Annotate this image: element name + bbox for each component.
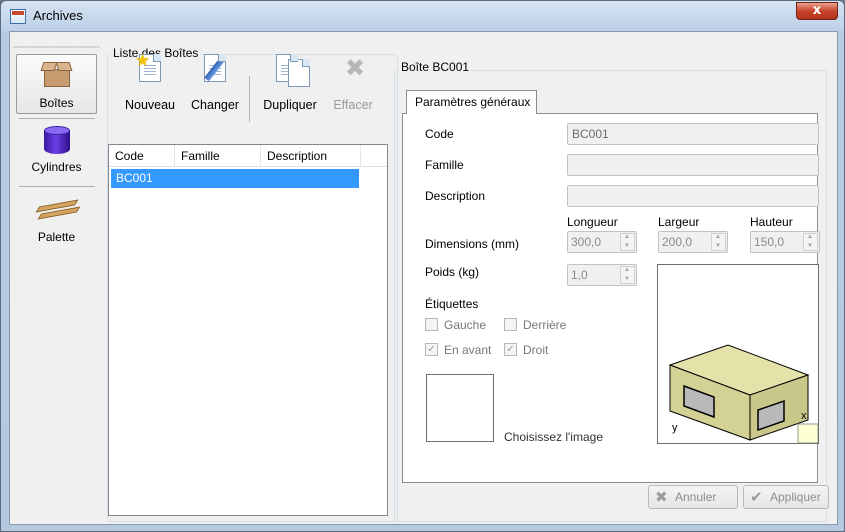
close-icon: x [812, 3, 822, 18]
dimensions-label: Dimensions (mm) [425, 237, 520, 251]
largeur-stepper[interactable]: 200,0 [658, 231, 728, 253]
checkmark-icon: ✓ [504, 343, 517, 356]
poids-label: Poids (kg) [425, 265, 480, 279]
code-field[interactable]: BC001 [567, 123, 819, 145]
derriere-checkbox[interactable]: Derrière [504, 318, 566, 332]
nav-item-label: Boîtes [39, 96, 74, 110]
en-avant-label: En avant [444, 343, 492, 357]
list-header: Code Famille Description [109, 145, 387, 167]
hauteur-value: 150,0 [754, 235, 785, 249]
title-bar[interactable]: Archives x [1, 1, 844, 31]
toolbar-separator [249, 76, 250, 122]
poids-stepper[interactable]: 1,0 [567, 264, 637, 286]
spin-arrows-icon[interactable] [803, 233, 818, 251]
apply-button[interactable]: ✔ Appliquer [743, 485, 829, 509]
etiquettes-label: Étiquettes [425, 297, 479, 311]
derriere-label: Derrière [523, 318, 567, 332]
tab-parametres-generaux[interactable]: Paramètres généraux [406, 90, 537, 114]
pallet-icon [35, 199, 81, 222]
spin-arrows-icon[interactable] [620, 233, 635, 251]
spin-arrows-icon[interactable] [711, 233, 726, 251]
column-header-description[interactable]: Description [261, 145, 361, 167]
checkbox-box [425, 318, 438, 331]
hauteur-label: Hauteur [750, 215, 793, 229]
edit-button[interactable]: Changer [186, 54, 244, 112]
cancel-button[interactable]: ✖ Annuler [648, 485, 738, 509]
delete-button[interactable]: ✖ Effacer [327, 54, 379, 112]
nav-grip [13, 46, 99, 48]
axis-y-label: y [672, 422, 678, 434]
longueur-value: 300,0 [571, 235, 602, 249]
column-header-famille[interactable]: Famille [175, 145, 261, 167]
nav-item-label: Palette [37, 230, 76, 244]
nav-item-cylindres[interactable]: Cylindres [16, 122, 97, 182]
nav-divider [19, 186, 95, 187]
edit-document-icon [204, 54, 226, 82]
nav-divider [19, 118, 95, 119]
duplicate-document-icon [276, 54, 310, 87]
largeur-value: 200,0 [662, 235, 693, 249]
column-header-code[interactable]: Code [109, 145, 175, 167]
new-button[interactable]: ★ Nouveau [120, 52, 180, 112]
client-area: Boîtes Cylindres Palette Liste des Boîte… [9, 31, 838, 525]
cancel-x-icon: ✖ [655, 488, 668, 506]
checkmark-icon: ✓ [425, 343, 438, 356]
nav-item-label: Cylindres [31, 160, 82, 174]
checkmark-icon: ✔ [750, 488, 763, 506]
close-button[interactable]: x [796, 2, 838, 20]
cancel-label: Annuler [675, 490, 717, 504]
duplicate-button[interactable]: Dupliquer [257, 54, 323, 112]
delete-icon: ✖ [345, 54, 366, 82]
droit-label: Droit [523, 343, 549, 357]
gauche-label: Gauche [444, 318, 487, 332]
en-avant-checkbox[interactable]: ✓ En avant [425, 343, 491, 357]
hauteur-stepper[interactable]: 150,0 [750, 231, 820, 253]
nav-item-palette[interactable]: Palette [16, 190, 97, 250]
axis-x-label: x [801, 410, 807, 422]
famille-field[interactable] [567, 154, 819, 176]
label-image-box[interactable] [426, 374, 494, 442]
archives-window: Archives x Boîtes Cylindres Palette List… [0, 0, 845, 532]
spin-arrows-icon[interactable] [620, 266, 635, 284]
row-code: BC001 [116, 171, 153, 185]
app-icon [10, 9, 26, 24]
longueur-stepper[interactable]: 300,0 [567, 231, 637, 253]
new-document-icon: ★ [135, 52, 161, 82]
category-nav: Boîtes Cylindres Palette [10, 32, 104, 524]
longueur-label: Longueur [567, 215, 618, 229]
box-3d-icon [668, 344, 818, 443]
description-field[interactable] [567, 185, 819, 207]
nav-item-boites[interactable]: Boîtes [16, 54, 97, 114]
choose-image-link[interactable]: Choisissez l'image [504, 430, 603, 444]
code-label: Code [425, 127, 454, 141]
box-icon [40, 60, 73, 88]
gauche-checkbox[interactable]: Gauche [425, 318, 486, 332]
largeur-label: Largeur [658, 215, 700, 229]
famille-label: Famille [425, 158, 464, 172]
edit-button-label: Changer [191, 98, 239, 112]
delete-button-label: Effacer [333, 98, 373, 112]
window-title: Archives [33, 8, 83, 23]
checkbox-box [504, 318, 517, 331]
duplicate-button-label: Dupliquer [263, 98, 317, 112]
box-3d-preview: x y [657, 264, 819, 444]
detail-title: Boîte BC001 [399, 60, 472, 74]
poids-value: 1,0 [571, 268, 588, 282]
new-button-label: Nouveau [124, 98, 176, 112]
droit-checkbox[interactable]: ✓ Droit [504, 343, 548, 357]
apply-label: Appliquer [770, 490, 821, 504]
table-row[interactable]: BC001 [111, 169, 359, 188]
box-list[interactable]: Code Famille Description BC001 [108, 144, 388, 516]
description-label: Description [425, 189, 486, 203]
cylinder-icon [44, 126, 70, 156]
